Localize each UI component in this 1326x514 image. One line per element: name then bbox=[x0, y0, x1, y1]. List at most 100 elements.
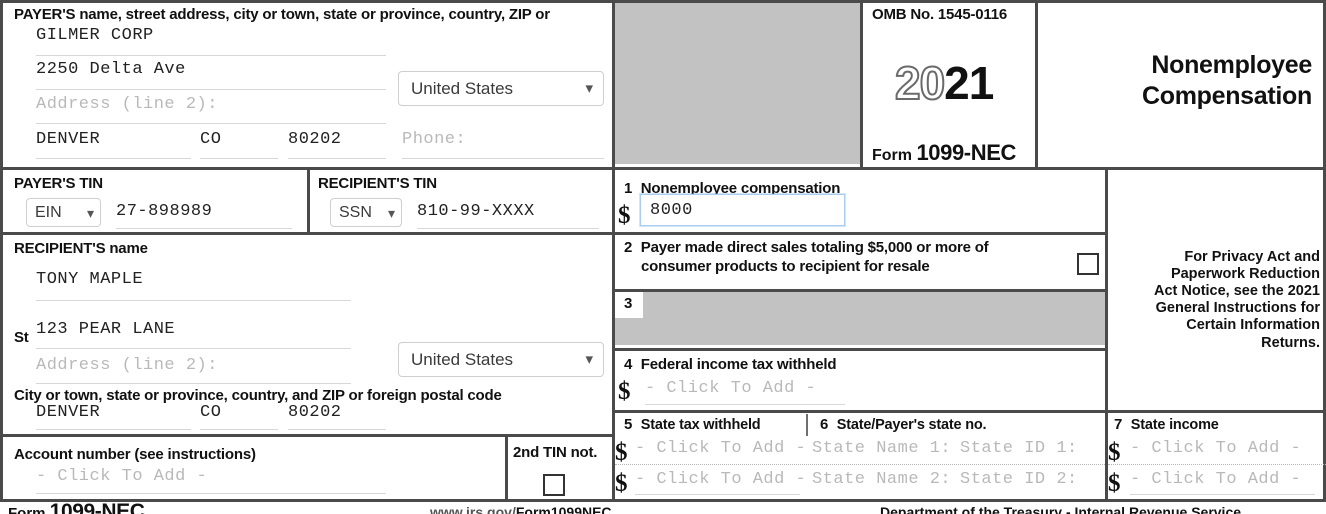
form-footer: Form 1099-NEC www.irs.gov/Form1099NEC De… bbox=[0, 502, 1326, 514]
recipient-city-value[interactable]: DENVER bbox=[36, 403, 100, 422]
box4-input[interactable]: - Click To Add - bbox=[645, 379, 816, 398]
recipient-address2-input[interactable]: Address (line 2): bbox=[36, 356, 218, 375]
payer-address1-value[interactable]: 2250 Delta Ave bbox=[36, 60, 186, 79]
recipient-name-value[interactable]: TONY MAPLE bbox=[36, 270, 143, 289]
omb-gray-block bbox=[615, 3, 860, 164]
box7-row1-dollar-sign: $ bbox=[1108, 439, 1121, 466]
box7-row2-dollar-sign: $ bbox=[1108, 470, 1121, 497]
account-number-underline bbox=[36, 493, 386, 494]
payer-tin-label: PAYER'S TIN bbox=[14, 175, 103, 192]
chevron-down-icon: ▾ bbox=[86, 204, 94, 221]
form-title: Nonemployee Compensation bbox=[1050, 50, 1312, 111]
form-word: Form bbox=[872, 147, 912, 164]
payer-tin-type-value: EIN bbox=[35, 203, 62, 221]
state-row-divider-right bbox=[1108, 464, 1326, 465]
payer-city-value[interactable]: DENVER bbox=[36, 130, 100, 149]
payer-address2-underline bbox=[36, 123, 386, 124]
footer-form-label: Form 1099-NEC bbox=[8, 502, 145, 514]
account-number-label: Account number (see instructions) bbox=[14, 446, 256, 463]
account-number-input[interactable]: - Click To Add - bbox=[36, 467, 207, 486]
recipient-tin-type-select[interactable]: SSN ▾ bbox=[330, 198, 402, 227]
state-row-divider-left bbox=[615, 464, 1105, 465]
chevron-down-icon: ▾ bbox=[585, 351, 593, 368]
payer-country-select[interactable]: United States ▾ bbox=[398, 71, 604, 106]
box6-label: State/Payer's state no. bbox=[836, 417, 987, 433]
box4-underline bbox=[645, 404, 845, 405]
payer-state-value[interactable]: CO bbox=[200, 130, 221, 149]
rule-payer-bottom bbox=[0, 167, 612, 170]
box6-state-id-2-input[interactable]: State ID 2: bbox=[960, 470, 1078, 489]
box7-row1-input[interactable]: - Click To Add - bbox=[1130, 439, 1301, 458]
privacy-line-2: Paperwork Reduction bbox=[1170, 266, 1320, 283]
footer-url-base: www.irs.gov/ bbox=[430, 504, 516, 514]
rule-account-top bbox=[0, 434, 612, 437]
recipient-zip-underline bbox=[288, 429, 386, 430]
box6-state-name-1-input[interactable]: State Name 1: bbox=[812, 439, 951, 458]
rule-tin-bottom bbox=[0, 232, 612, 235]
form-1099-nec: PAYER'S name, street address, city or to… bbox=[0, 0, 1326, 514]
payer-tin-underline bbox=[116, 228, 292, 229]
box2-label-line2: consumer products to recipient for resal… bbox=[641, 258, 930, 275]
recipient-name-label: RECIPIENT'S name bbox=[14, 240, 148, 257]
recipient-address1-underline bbox=[36, 348, 351, 349]
box3-number: 3 bbox=[624, 295, 633, 312]
recipient-zip-value[interactable]: 80202 bbox=[288, 403, 342, 422]
box5-row1-input[interactable]: - Click To Add - bbox=[635, 439, 806, 458]
box3-gray-area bbox=[615, 292, 1105, 345]
box6-number: 6 bbox=[820, 416, 829, 433]
payer-phone-input[interactable]: Phone: bbox=[402, 130, 466, 149]
box6-state-id-1-input[interactable]: State ID 1: bbox=[960, 439, 1078, 458]
privacy-line-6: Returns. bbox=[1261, 334, 1320, 351]
rule-title-left bbox=[1035, 0, 1038, 167]
recipient-country-select[interactable]: United States ▾ bbox=[398, 342, 604, 377]
box1-number: 1 bbox=[624, 180, 633, 197]
footer-form-word: Form bbox=[8, 505, 46, 514]
rule-box4-bottom bbox=[612, 410, 1326, 413]
recipient-tin-value[interactable]: 810-99-XXXX bbox=[417, 202, 535, 221]
box5-row2-underline bbox=[635, 494, 800, 495]
payer-zip-value[interactable]: 80202 bbox=[288, 130, 342, 149]
rule-tin-split bbox=[307, 167, 310, 232]
box5-row2-input[interactable]: - Click To Add - bbox=[635, 470, 806, 489]
tax-year-suffix: 21 bbox=[944, 57, 994, 109]
recipient-city-label: City or town, state or province, country… bbox=[14, 387, 502, 404]
box2-number: 2 bbox=[624, 239, 633, 256]
second-tin-checkbox[interactable] bbox=[543, 474, 565, 496]
box2-label-line1: Payer made direct sales totaling $5,000 … bbox=[640, 239, 989, 256]
footer-url-path: Form1099NEC bbox=[515, 504, 612, 514]
footer-url[interactable]: www.irs.gov/Form1099NEC bbox=[430, 504, 612, 514]
rule-omb-bottom bbox=[612, 167, 1326, 170]
privacy-line-3: Act Notice, see the 2021 bbox=[1112, 283, 1320, 300]
box1-input[interactable]: 8000 bbox=[640, 194, 845, 226]
payer-name-value[interactable]: GILMER CORP bbox=[36, 26, 154, 45]
box6-state-name-2-input[interactable]: State Name 2: bbox=[812, 470, 951, 489]
box5-row1-dollar-sign: $ bbox=[615, 439, 628, 466]
payer-address2-input[interactable]: Address (line 2): bbox=[36, 95, 218, 114]
recipient-tin-label: RECIPIENT'S TIN bbox=[318, 175, 437, 192]
payer-tin-value[interactable]: 27-898989 bbox=[116, 202, 212, 221]
privacy-line-4: General Instructions for bbox=[1155, 300, 1320, 317]
recipient-address2-underline bbox=[36, 383, 351, 384]
rule-box3-bottom bbox=[612, 348, 1106, 351]
recipient-state-underline bbox=[200, 429, 278, 430]
form-number-header: Form 1099-NEC bbox=[872, 140, 1016, 166]
box2-checkbox[interactable] bbox=[1077, 253, 1099, 275]
box7-row2-input[interactable]: - Click To Add - bbox=[1130, 470, 1301, 489]
recipient-state-value[interactable]: CO bbox=[200, 403, 221, 422]
privacy-act-notice: For Privacy Act and Paperwork Reduction … bbox=[1112, 249, 1320, 352]
payer-address1-underline bbox=[36, 89, 386, 90]
chevron-down-icon: ▾ bbox=[387, 204, 395, 221]
payer-tin-type-select[interactable]: EIN ▾ bbox=[26, 198, 101, 227]
box4-label: Federal income tax withheld bbox=[640, 356, 837, 373]
border-left bbox=[0, 0, 3, 502]
rule-box1-bottom bbox=[612, 232, 1106, 235]
privacy-line-5: Certain Information bbox=[1186, 317, 1320, 334]
recipient-address1-value[interactable]: 123 PEAR LANE bbox=[36, 320, 175, 339]
footer-form-number: 1099-NEC bbox=[49, 502, 145, 514]
rule-box5-box6 bbox=[806, 414, 808, 436]
box5-label: State tax withheld bbox=[640, 417, 761, 433]
box4-dollar-sign: $ bbox=[618, 378, 631, 405]
payer-name-underline bbox=[36, 55, 386, 56]
form-title-line1: Nonemployee bbox=[1151, 51, 1312, 79]
tax-year: 2021 bbox=[894, 57, 994, 109]
